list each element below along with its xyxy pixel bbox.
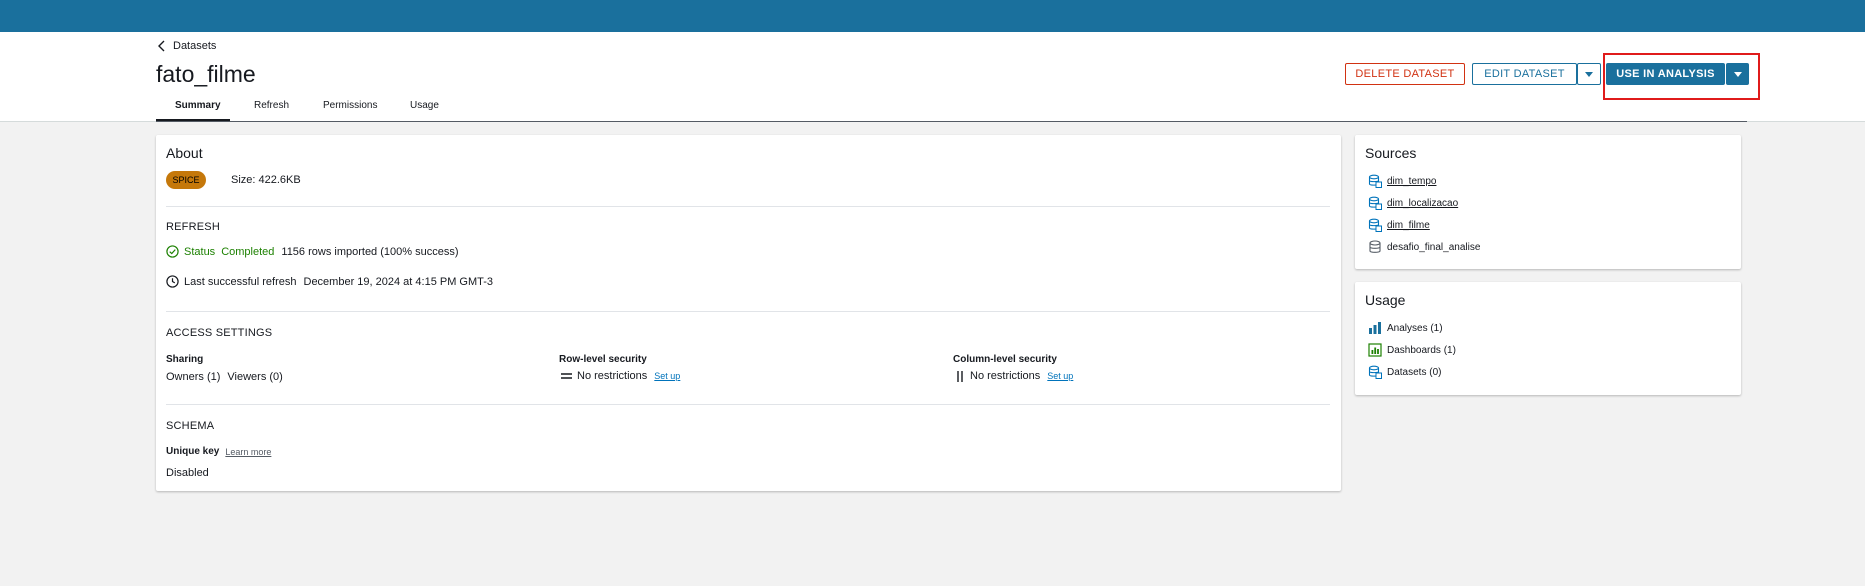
status-value: Completed xyxy=(221,245,275,258)
divider xyxy=(166,404,1330,405)
source-item: desafio_final_analise xyxy=(1368,240,1480,254)
source-item[interactable]: dim_filme xyxy=(1368,218,1430,232)
usage-label[interactable]: Datasets (0) xyxy=(1387,367,1441,378)
spice-badge: SPICE xyxy=(166,171,206,189)
usage-label[interactable]: Dashboards (1) xyxy=(1387,345,1456,356)
rls-setup-link[interactable]: Set up xyxy=(654,371,680,381)
database-icon xyxy=(1369,240,1381,253)
unique-key-row: Unique key Learn more xyxy=(166,446,271,457)
rows-imported-text: 1156 rows imported (100% success) xyxy=(281,245,459,258)
caret-down-icon xyxy=(1585,71,1593,77)
sharing-label: Sharing xyxy=(166,354,204,365)
tab-bar: Summary Refresh Permissions Usage xyxy=(156,96,1747,122)
last-refresh-label: Last successful refresh xyxy=(184,275,297,288)
usage-card: Usage Analyses (1) Dashboards (1) Datase… xyxy=(1355,282,1741,395)
top-bar xyxy=(0,0,1865,32)
chevron-left-icon xyxy=(158,40,165,52)
columns-icon xyxy=(957,370,963,382)
access-section-header: ACCESS SETTINGS xyxy=(166,327,273,339)
usage-item[interactable]: Dashboards (1) xyxy=(1368,343,1456,357)
owners-count: Owners (1) xyxy=(166,371,221,383)
page-title: fato_filme xyxy=(156,61,256,87)
source-label[interactable]: dim_filme xyxy=(1387,220,1430,231)
use-in-analysis-dropdown-button[interactable] xyxy=(1726,63,1749,85)
check-circle-icon xyxy=(166,245,179,258)
sources-title: Sources xyxy=(1365,145,1417,161)
usage-label[interactable]: Analyses (1) xyxy=(1387,323,1443,334)
clock-icon xyxy=(166,275,179,288)
unique-key-value: Disabled xyxy=(166,467,209,479)
rls-value: No restrictions xyxy=(577,370,648,382)
sources-card: Sources dim_tempo dim_localizacao dim_fi… xyxy=(1355,135,1741,269)
rows-icon xyxy=(561,373,572,379)
divider xyxy=(166,206,1330,207)
dataset-icon xyxy=(1368,174,1382,188)
about-title: About xyxy=(166,145,203,161)
refresh-section-header: REFRESH xyxy=(166,221,220,233)
breadcrumb[interactable]: Datasets xyxy=(157,40,216,52)
divider xyxy=(166,311,1330,312)
last-refresh-value: December 19, 2024 at 4:15 PM GMT-3 xyxy=(303,275,494,288)
source-label[interactable]: dim_localizacao xyxy=(1387,198,1458,209)
cls-label: Column-level security xyxy=(953,354,1057,365)
sharing-values: Owners (1) Viewers (0) xyxy=(166,371,283,383)
usage-item[interactable]: Datasets (0) xyxy=(1368,365,1441,379)
schema-section-header: SCHEMA xyxy=(166,420,215,432)
delete-dataset-button[interactable]: DELETE DATASET xyxy=(1345,63,1465,85)
breadcrumb-datasets-link[interactable]: Datasets xyxy=(173,40,216,52)
rls-label: Row-level security xyxy=(559,354,647,365)
dataset-icon xyxy=(1368,218,1382,232)
tab-usage[interactable]: Usage xyxy=(410,100,439,111)
dataset-icon xyxy=(1368,196,1382,210)
edit-dataset-dropdown-button[interactable] xyxy=(1577,63,1601,85)
tab-permissions[interactable]: Permissions xyxy=(323,100,377,111)
cls-row: No restrictions Set up xyxy=(955,370,1073,382)
analysis-icon xyxy=(1369,322,1381,334)
source-label: desafio_final_analise xyxy=(1387,241,1481,253)
status-label: Status xyxy=(184,245,216,258)
dashboard-icon xyxy=(1368,343,1382,357)
dataset-icon xyxy=(1368,365,1382,379)
cls-value: No restrictions xyxy=(970,370,1041,382)
caret-down-icon xyxy=(1733,71,1742,77)
use-in-analysis-button[interactable]: USE IN ANALYSIS xyxy=(1606,63,1725,85)
source-item[interactable]: dim_localizacao xyxy=(1368,196,1458,210)
tab-refresh[interactable]: Refresh xyxy=(254,100,289,111)
active-tab-indicator xyxy=(156,119,230,121)
tab-summary[interactable]: Summary xyxy=(175,100,221,111)
source-item[interactable]: dim_tempo xyxy=(1368,174,1436,188)
edit-dataset-button[interactable]: EDIT DATASET xyxy=(1472,63,1577,85)
dataset-size: Size: 422.6KB xyxy=(231,174,301,186)
unique-key-label: Unique key xyxy=(166,446,220,457)
source-label[interactable]: dim_tempo xyxy=(1387,176,1436,187)
learn-more-link[interactable]: Learn more xyxy=(225,447,271,457)
rls-row: No restrictions Set up xyxy=(561,370,680,382)
refresh-status-row: Status Completed 1156 rows imported (100… xyxy=(166,245,459,258)
cls-setup-link[interactable]: Set up xyxy=(1047,371,1073,381)
usage-title: Usage xyxy=(1365,292,1406,308)
usage-item[interactable]: Analyses (1) xyxy=(1368,321,1443,335)
last-refresh-row: Last successful refresh December 19, 202… xyxy=(166,275,493,288)
viewers-count: Viewers (0) xyxy=(227,371,283,383)
about-card: About SPICE Size: 422.6KB REFRESH Status… xyxy=(156,135,1341,491)
